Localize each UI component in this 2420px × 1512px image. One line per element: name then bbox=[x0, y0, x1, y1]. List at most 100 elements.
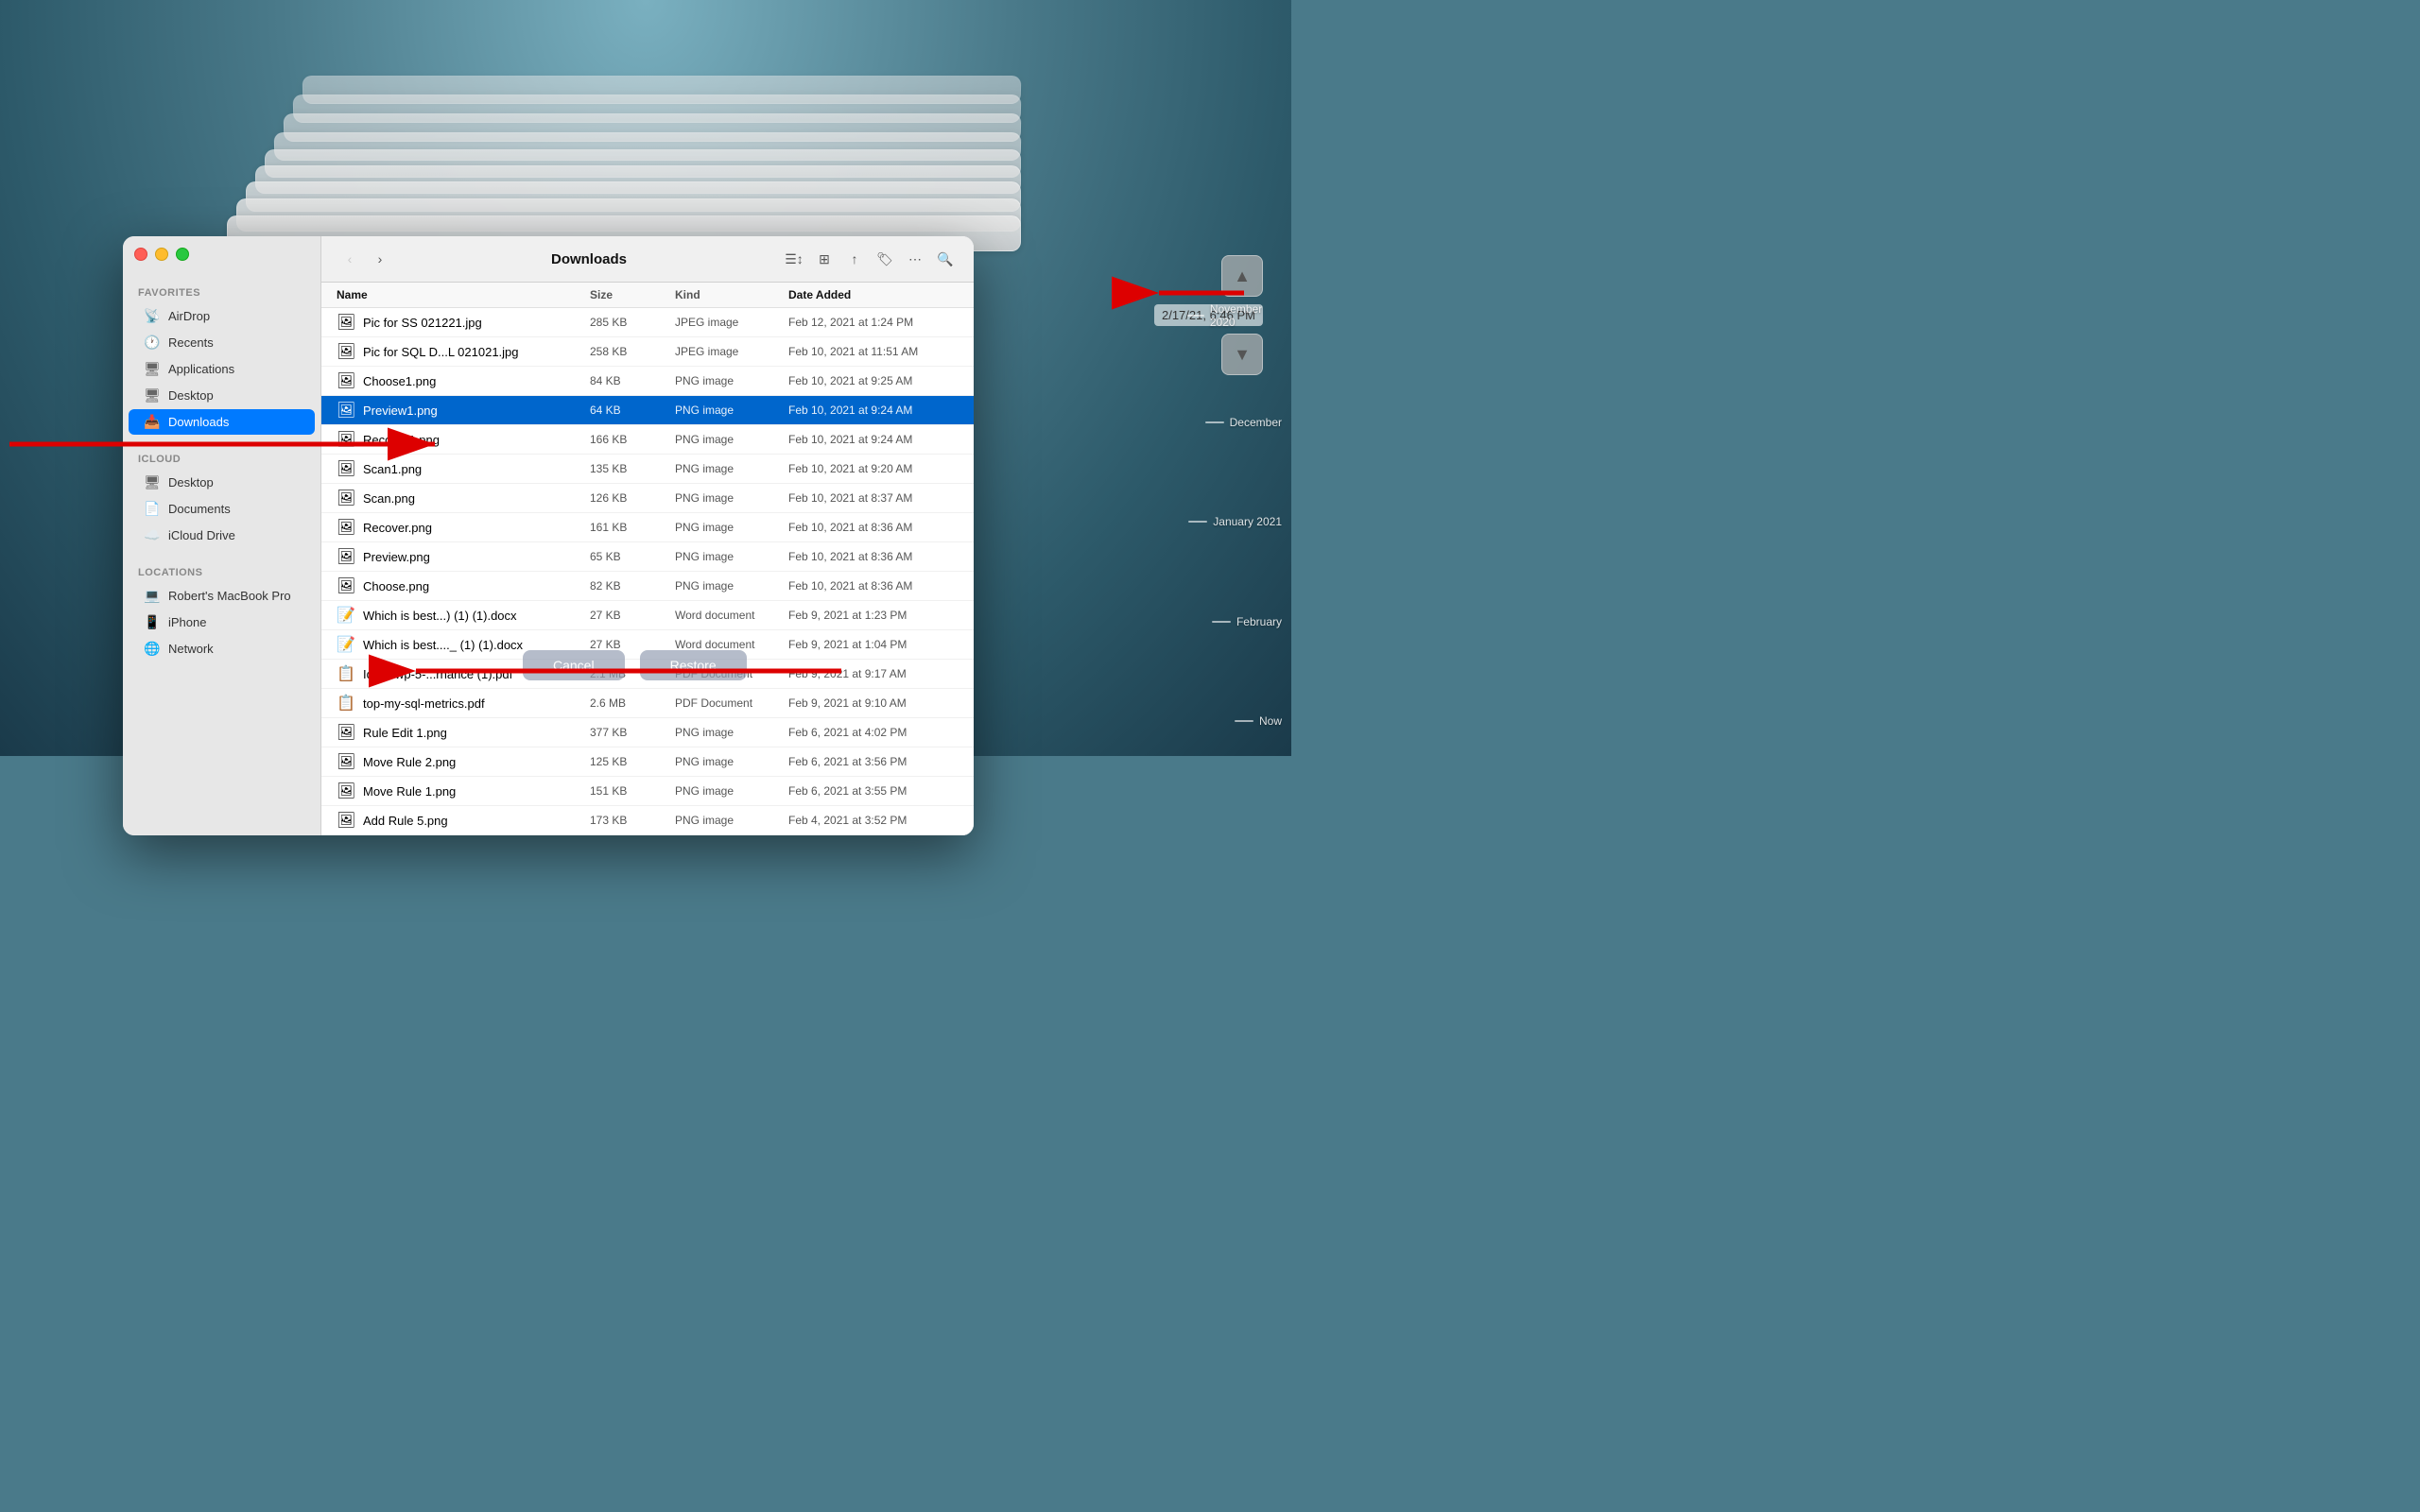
timeline-label: January 2021 bbox=[1188, 515, 1282, 528]
file-name: Rule Edit 1.png bbox=[363, 726, 447, 740]
file-name: Choose.png bbox=[363, 579, 429, 593]
file-kind: PNG image bbox=[675, 784, 788, 798]
file-date: Feb 9, 2021 at 1:04 PM bbox=[788, 638, 959, 651]
icloud-section-label: iCloud bbox=[123, 446, 320, 469]
timemachine-up-button[interactable]: ▲ bbox=[1221, 255, 1263, 297]
file-date: Feb 10, 2021 at 8:36 AM bbox=[788, 579, 959, 593]
icloud-desktop-icon: 🖥 bbox=[144, 474, 161, 490]
timeline-tick bbox=[1212, 621, 1231, 623]
file-size: 2.6 MB bbox=[590, 696, 675, 710]
sidebar-item-network[interactable]: 🌐 Network bbox=[129, 636, 315, 662]
cancel-button[interactable]: Cancel bbox=[523, 650, 625, 680]
file-date: Feb 10, 2021 at 8:36 AM bbox=[788, 550, 959, 563]
sidebar-item-documents[interactable]: 📄 Documents bbox=[129, 496, 315, 522]
sidebar-item-downloads[interactable]: 📥 Downloads bbox=[129, 409, 315, 435]
file-row[interactable]: 🖼 Recover.png 161 KB PNG image Feb 10, 2… bbox=[321, 513, 974, 542]
applications-icon: 🖥 bbox=[144, 361, 161, 377]
file-row[interactable]: 🖼 Scan1.png 135 KB PNG image Feb 10, 202… bbox=[321, 455, 974, 484]
col-kind[interactable]: Kind bbox=[675, 288, 788, 301]
file-kind: PNG image bbox=[675, 491, 788, 505]
restore-button[interactable]: Restore bbox=[640, 650, 747, 680]
finder-window: Favorites 📡 AirDrop 🕐 Recents 🖥 Applicat… bbox=[123, 236, 974, 835]
file-row[interactable]: 🖼 Move Rule 2.png 125 KB PNG image Feb 6… bbox=[321, 747, 974, 777]
file-icon: 🖼 bbox=[337, 371, 355, 390]
file-row[interactable]: 📋 top-my-sql-metrics.pdf 2.6 MB PDF Docu… bbox=[321, 689, 974, 718]
file-size: 151 KB bbox=[590, 784, 675, 798]
sidebar-item-documents-label: Documents bbox=[168, 502, 231, 516]
file-row[interactable]: 🖼 Choose.png 82 KB PNG image Feb 10, 202… bbox=[321, 572, 974, 601]
back-button[interactable]: ‹ bbox=[337, 246, 363, 272]
tag-button[interactable]: 🏷 bbox=[872, 246, 898, 272]
file-row[interactable]: 🖼 Recover1.png 166 KB PNG image Feb 10, … bbox=[321, 425, 974, 455]
timeline-tick bbox=[1205, 421, 1224, 423]
file-date: Feb 9, 2021 at 9:17 AM bbox=[788, 667, 959, 680]
file-kind: PDF Document bbox=[675, 696, 788, 710]
file-name: Choose1.png bbox=[363, 374, 436, 388]
sidebar-item-icloud-drive[interactable]: ☁️ iCloud Drive bbox=[129, 523, 315, 548]
file-icon: 📝 bbox=[337, 606, 355, 625]
sidebar-item-recents[interactable]: 🕐 Recents bbox=[129, 330, 315, 355]
file-row[interactable]: 🖼 Preview.png 65 KB PNG image Feb 10, 20… bbox=[321, 542, 974, 572]
file-row[interactable]: 🖼 Move Rule 1.png 151 KB PNG image Feb 6… bbox=[321, 777, 974, 806]
file-icon: 🖼 bbox=[337, 782, 355, 800]
file-row[interactable]: 📝 Which is best...) (1) (1).docx 27 KB W… bbox=[321, 601, 974, 630]
file-kind: PNG image bbox=[675, 374, 788, 387]
main-content: ‹ › Downloads ☰↕ ⊞ ↑ 🏷 ⋯ 🔍 Name Size Kin… bbox=[321, 236, 974, 835]
forward-button[interactable]: › bbox=[367, 246, 393, 272]
timeline-label: Now bbox=[1235, 714, 1282, 728]
file-date: Feb 4, 2021 at 3:52 PM bbox=[788, 814, 959, 827]
macbook-icon: 💻 bbox=[144, 588, 161, 604]
file-date: Feb 6, 2021 at 3:56 PM bbox=[788, 755, 959, 768]
downloads-icon: 📥 bbox=[144, 414, 161, 430]
file-kind: PNG image bbox=[675, 579, 788, 593]
iphone-icon: 📱 bbox=[144, 614, 161, 630]
sidebar-item-network-label: Network bbox=[168, 642, 214, 656]
file-row[interactable]: 🖼 Pic for SS 021221.jpg 285 KB JPEG imag… bbox=[321, 308, 974, 337]
file-kind: PNG image bbox=[675, 550, 788, 563]
toolbar-actions: ☰↕ ⊞ ↑ 🏷 ⋯ 🔍 bbox=[781, 246, 959, 272]
icloud-drive-icon: ☁️ bbox=[144, 527, 161, 543]
file-icon: 📝 bbox=[337, 635, 355, 654]
minimize-button[interactable] bbox=[155, 248, 168, 261]
sidebar-item-iphone[interactable]: 📱 iPhone bbox=[129, 610, 315, 635]
file-name: Move Rule 1.png bbox=[363, 784, 456, 799]
sidebar-item-macbook[interactable]: 💻 Robert's MacBook Pro bbox=[129, 583, 315, 609]
toolbar-title: Downloads bbox=[405, 251, 773, 267]
col-name[interactable]: Name bbox=[337, 288, 590, 301]
file-icon: 🖼 bbox=[337, 752, 355, 771]
close-button[interactable] bbox=[134, 248, 147, 261]
sidebar-item-desktop[interactable]: 🖥 Desktop bbox=[129, 383, 315, 408]
list-view-button[interactable]: ☰↕ bbox=[781, 246, 807, 272]
file-icon: 🖼 bbox=[337, 518, 355, 537]
file-size: 173 KB bbox=[590, 814, 675, 827]
sidebar-item-icloud-drive-label: iCloud Drive bbox=[168, 528, 235, 542]
share-button[interactable]: ↑ bbox=[841, 246, 868, 272]
sidebar-item-applications[interactable]: 🖥 Applications bbox=[129, 356, 315, 382]
grid-view-button[interactable]: ⊞ bbox=[811, 246, 838, 272]
file-name: Recover.png bbox=[363, 521, 432, 535]
col-date[interactable]: Date Added bbox=[788, 288, 959, 301]
sidebar-item-downloads-label: Downloads bbox=[168, 415, 229, 429]
file-size: 258 KB bbox=[590, 345, 675, 358]
sidebar-item-icloud-desktop[interactable]: 🖥 Desktop bbox=[129, 470, 315, 495]
file-icon: 📋 bbox=[337, 664, 355, 683]
file-row[interactable]: 🖼 Add Rule 5.png 173 KB PNG image Feb 4,… bbox=[321, 806, 974, 835]
file-row[interactable]: 🖼 Pic for SQL D...L 021021.jpg 258 KB JP… bbox=[321, 337, 974, 367]
file-list: 🖼 Pic for SS 021221.jpg 285 KB JPEG imag… bbox=[321, 308, 974, 835]
file-date: Feb 10, 2021 at 9:25 AM bbox=[788, 374, 959, 387]
maximize-button[interactable] bbox=[176, 248, 189, 261]
file-size: 377 KB bbox=[590, 726, 675, 739]
sidebar: Favorites 📡 AirDrop 🕐 Recents 🖥 Applicat… bbox=[123, 236, 321, 835]
sidebar-item-airdrop[interactable]: 📡 AirDrop bbox=[129, 303, 315, 329]
file-date: Feb 10, 2021 at 11:51 AM bbox=[788, 345, 959, 358]
file-date: Feb 10, 2021 at 9:20 AM bbox=[788, 462, 959, 475]
more-button[interactable]: ⋯ bbox=[902, 246, 928, 272]
file-name: Preview1.png bbox=[363, 404, 438, 418]
file-row[interactable]: 🖼 Choose1.png 84 KB PNG image Feb 10, 20… bbox=[321, 367, 974, 396]
search-button[interactable]: 🔍 bbox=[932, 246, 959, 272]
file-row[interactable]: 🖼 Preview1.png 64 KB PNG image Feb 10, 2… bbox=[321, 396, 974, 425]
col-size[interactable]: Size bbox=[590, 288, 675, 301]
file-row[interactable]: 🖼 Rule Edit 1.png 377 KB PNG image Feb 6… bbox=[321, 718, 974, 747]
file-row[interactable]: 🖼 Scan.png 126 KB PNG image Feb 10, 2021… bbox=[321, 484, 974, 513]
file-name: Preview.png bbox=[363, 550, 430, 564]
